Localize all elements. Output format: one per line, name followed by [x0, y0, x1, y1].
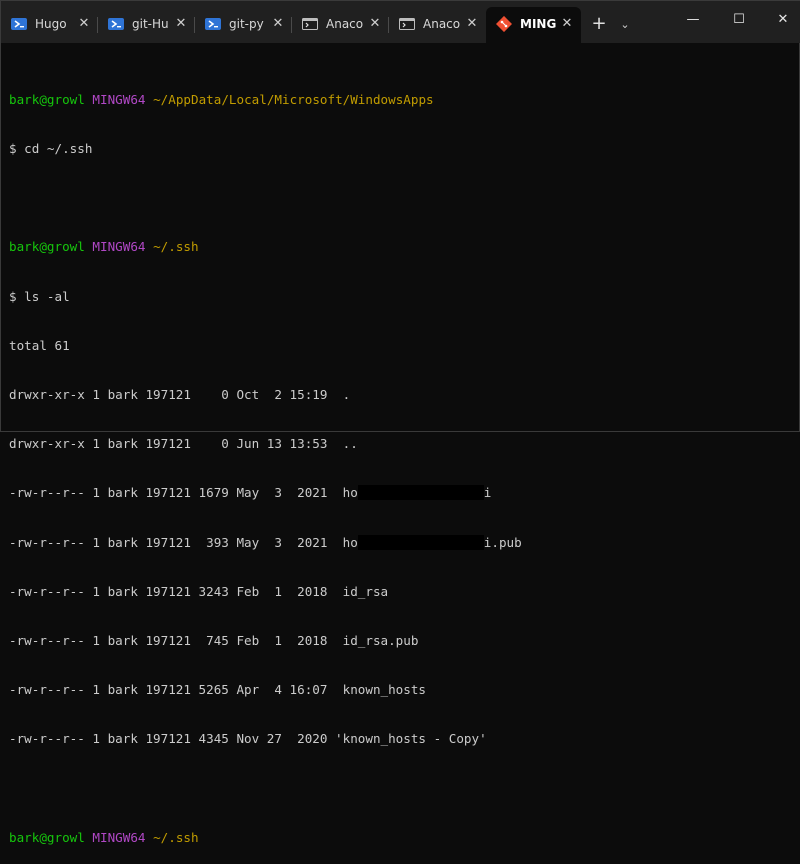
listing-row-text: -rw-r--r-- 1 bark 197121 1679 May 3 2021…	[9, 485, 358, 501]
prompt-host: MINGW64	[92, 239, 146, 255]
tab-label: Anaco	[423, 17, 461, 31]
tab-hugo[interactable]: Hugo ✕	[1, 9, 98, 39]
command-line: $ ls -al	[9, 288, 70, 304]
listing-row: -rw-r--r-- 1 bark 197121 5265 Apr 4 16:0…	[9, 682, 427, 698]
listing-row-tail: i	[483, 485, 492, 501]
minimize-button[interactable]: —	[673, 5, 713, 35]
powershell-icon	[205, 18, 221, 30]
listing-row: drwxr-xr-x 1 bark 197121 0 Jun 13 13:53 …	[9, 436, 358, 452]
prompt-host: MINGW64	[92, 91, 146, 107]
listing-row: -rw-r--r-- 1 bark 197121 3243 Feb 1 2018…	[9, 583, 389, 599]
prompt-path: ~/.ssh	[153, 829, 199, 845]
prompt-user: bark@growl	[9, 91, 85, 107]
prompt-line: bark@growl MINGW64 ~/.ssh	[9, 239, 791, 255]
prompt-user: bark@growl	[9, 829, 85, 845]
tab-bar: Hugo ✕ git-Hu ✕ git-py ✕ Anaco ✕ Anaco ✕	[1, 1, 800, 43]
close-window-button[interactable]: ✕	[763, 5, 800, 35]
tab-label: MING	[520, 17, 557, 31]
powershell-icon	[11, 18, 27, 30]
prompt-line: bark@growl MINGW64 ~/.ssh	[9, 830, 791, 846]
close-icon[interactable]: ✕	[464, 16, 480, 32]
prompt-path: ~/.ssh	[153, 239, 199, 255]
listing-row-tail: i.pub	[483, 534, 522, 550]
git-icon	[496, 16, 512, 32]
close-icon[interactable]: ✕	[173, 16, 189, 32]
maximize-button[interactable]: ☐	[719, 5, 759, 35]
prompt-host: MINGW64	[92, 829, 146, 845]
prompt-path: ~/AppData/Local/Microsoft/WindowsApps	[153, 91, 434, 107]
tab-git-py[interactable]: git-py ✕	[195, 9, 292, 39]
tab-label: git-py	[229, 17, 264, 31]
redaction-bar	[357, 534, 484, 550]
command-line: $ cd ~/.ssh	[9, 141, 93, 157]
close-icon[interactable]: ✕	[270, 16, 286, 32]
close-icon[interactable]: ✕	[76, 16, 92, 32]
prompt-user: bark@growl	[9, 239, 85, 255]
tab-mingw[interactable]: MING ✕	[486, 7, 581, 43]
listing-row: -rw-r--r-- 1 bark 197121 4345 Nov 27 202…	[9, 731, 487, 747]
tab-label: git-Hu	[132, 17, 169, 31]
close-icon[interactable]: ✕	[559, 16, 575, 32]
total-line: total 61	[9, 337, 70, 353]
tab-label: Anaco	[326, 17, 364, 31]
tab-label: Hugo	[35, 17, 67, 31]
listing-row: -rw-r--r-- 1 bark 197121 745 Feb 1 2018 …	[9, 633, 419, 649]
terminal-window: Hugo ✕ git-Hu ✕ git-py ✕ Anaco ✕ Anaco ✕	[0, 0, 800, 845]
tab-anaconda-2[interactable]: Anaco ✕	[389, 9, 486, 39]
chevron-down-icon[interactable]: ⌄	[615, 15, 635, 35]
cmd-icon	[302, 18, 318, 30]
tab-anaconda-1[interactable]: Anaco ✕	[292, 9, 389, 39]
powershell-icon	[108, 18, 124, 30]
listing-row: -rw-r--r-- 1 bark 197121 393 May 3 2021 …	[9, 534, 791, 551]
listing-row: -rw-r--r-- 1 bark 197121 1679 May 3 2021…	[9, 485, 791, 501]
redaction-bar	[357, 485, 484, 501]
close-icon[interactable]: ✕	[367, 16, 383, 32]
prompt-line: bark@growl MINGW64 ~/AppData/Local/Micro…	[9, 92, 791, 108]
new-tab-button[interactable]: +	[587, 13, 611, 37]
cmd-icon	[399, 18, 415, 30]
tab-git-hu[interactable]: git-Hu ✕	[98, 9, 195, 39]
listing-row: drwxr-xr-x 1 bark 197121 0 Oct 2 15:19 .	[9, 387, 351, 403]
listing-row-text: -rw-r--r-- 1 bark 197121 393 May 3 2021 …	[9, 534, 358, 550]
terminal-output[interactable]: bark@growl MINGW64 ~/AppData/Local/Micro…	[9, 59, 791, 845]
